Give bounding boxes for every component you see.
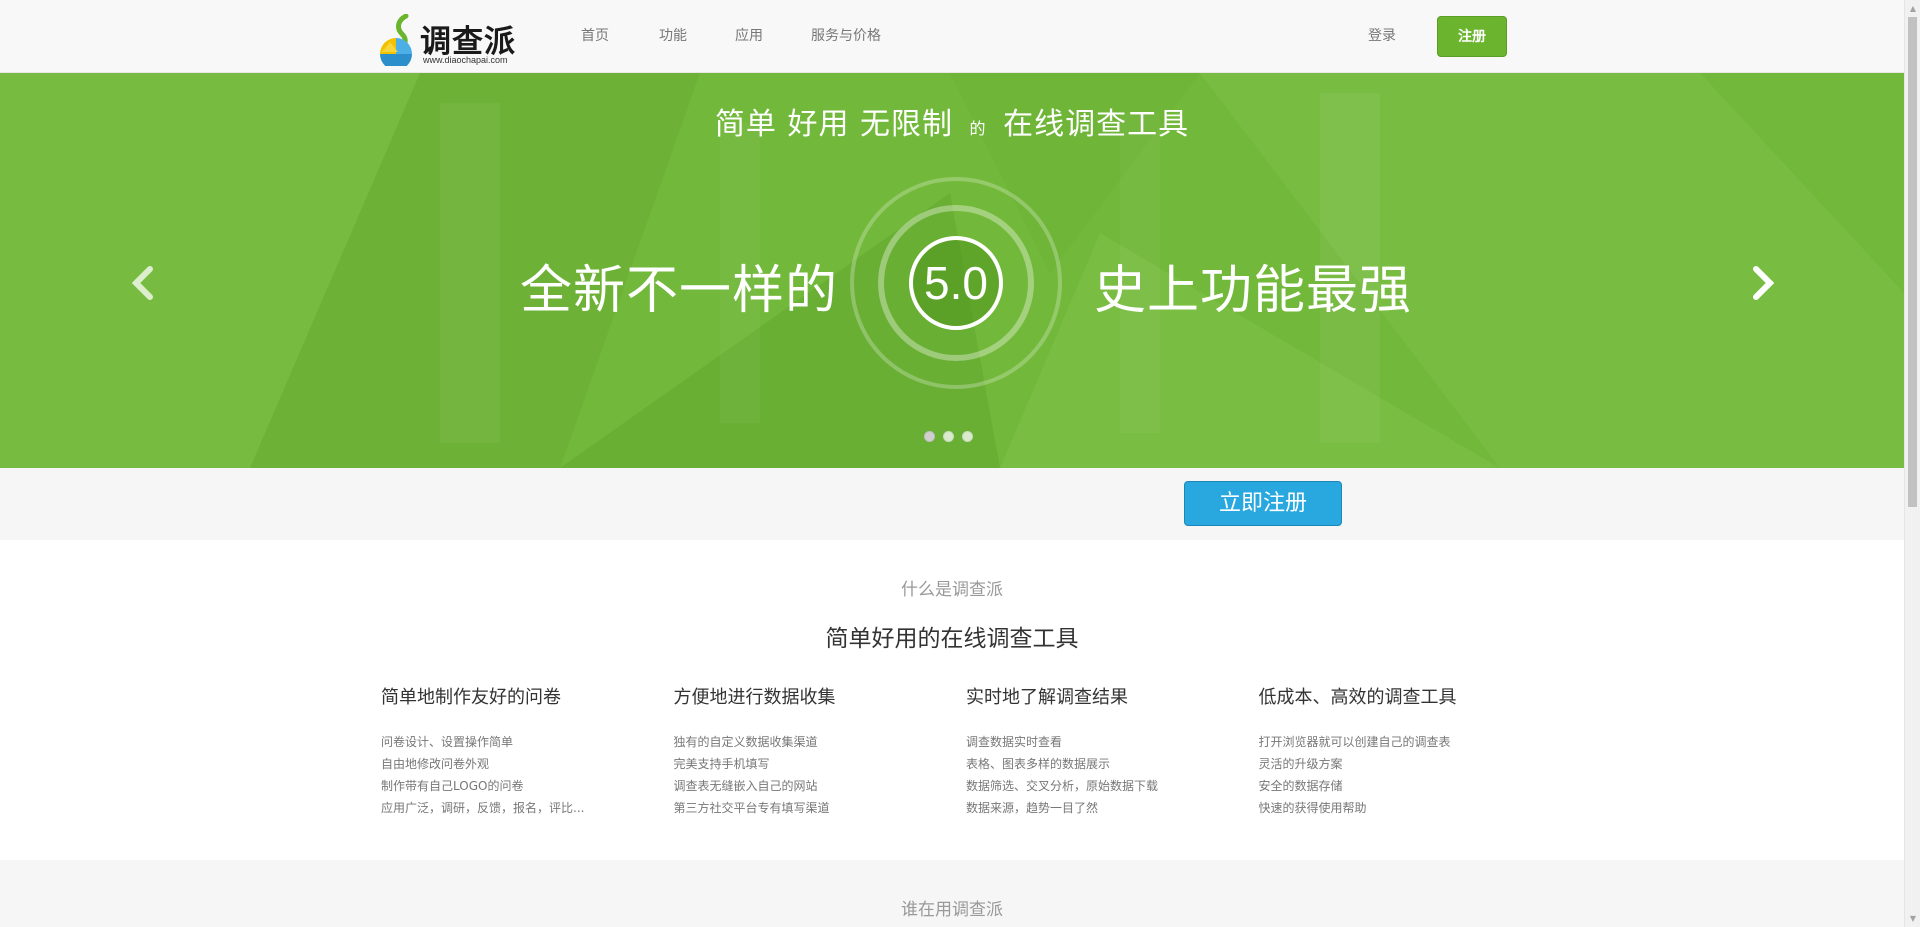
feature-item: 打开浏览器就可以创建自己的调查表 [1258, 735, 1451, 749]
carousel-next-button[interactable] [1738, 253, 1788, 313]
main-nav: 首页 功能 应用 服务与价格 [581, 0, 929, 72]
top-navbar: 调查派 www.diaochapai.com 首页 功能 应用 服务与价格 登录… [0, 0, 1904, 73]
about-title: 简单好用的在线调查工具 [825, 626, 1079, 652]
hero-tagline-connector: 的 [969, 119, 987, 138]
carousel-dot-1[interactable] [924, 431, 935, 442]
page-scrollbar[interactable]: ▲ ▼ [1904, 0, 1920, 927]
feature-item: 制作带有自己LOGO的问卷 [381, 779, 524, 793]
feature-item: 安全的数据存储 [1258, 779, 1343, 793]
hero-tagline: 简单 好用 无限制 的 在线调查工具 [0, 99, 1904, 143]
nav-features[interactable]: 功能 [659, 0, 707, 72]
about-eyebrow: 什么是调查派 [901, 580, 1003, 600]
feature-column-cost: 低成本、高效的调查工具 打开浏览器就可以创建自己的调查表 灵活的升级方案 安全的… [1259, 683, 1552, 819]
feature-column-design: 简单地制作友好的问卷 问卷设计、设置操作简单 自由地修改问卷外观 制作带有自己L… [381, 683, 674, 819]
feature-item: 自由地修改问卷外观 [381, 757, 490, 771]
carousel-indicators [924, 431, 973, 442]
chevron-right-icon [1753, 266, 1775, 300]
scroll-down-arrow-icon[interactable]: ▼ [1905, 910, 1920, 927]
scroll-up-arrow-icon[interactable]: ▲ [1905, 0, 1920, 17]
register-now-button[interactable]: 立即注册 [1184, 481, 1342, 526]
hero-right-text: 史上功能最强 [1094, 261, 1413, 321]
hero-carousel: 简单 好用 无限制 的 在线调查工具 5.0 全新不一样的 史上功能最强 [0, 73, 1904, 468]
carousel-dot-2[interactable] [943, 431, 954, 442]
feature-item: 调查表无缝嵌入自己的网站 [673, 779, 818, 793]
feature-item: 快速的获得使用帮助 [1258, 801, 1367, 815]
feature-title: 简单地制作友好的问卷 [381, 687, 561, 708]
hero-tagline-end: 在线调查工具 [1003, 107, 1190, 142]
scrollbar-thumb[interactable] [1908, 17, 1917, 507]
feature-item: 灵活的升级方案 [1258, 757, 1343, 771]
feature-item: 表格、图表多样的数据展示 [966, 757, 1111, 771]
feature-title: 实时地了解调查结果 [966, 687, 1128, 708]
feature-item: 完美支持手机填写 [673, 757, 770, 771]
version-number: 5.0 [924, 257, 988, 309]
feature-item: 数据筛选、交叉分析，原始数据下载 [966, 779, 1159, 793]
survey-logo-icon [380, 14, 412, 66]
nav-pricing[interactable]: 服务与价格 [811, 0, 901, 72]
nav-home[interactable]: 首页 [581, 0, 629, 72]
feature-title: 低成本、高效的调查工具 [1258, 687, 1457, 708]
feature-item: 数据来源，趋势一目了然 [966, 801, 1099, 815]
carousel-prev-button[interactable] [118, 253, 168, 313]
carousel-dot-3[interactable] [962, 431, 973, 442]
feature-column-collection: 方便地进行数据收集 独有的自定义数据收集渠道 完美支持手机填写 调查表无缝嵌入自… [674, 683, 967, 819]
feature-item: 调查数据实时查看 [966, 735, 1063, 749]
feature-item: 独有的自定义数据收集渠道 [673, 735, 818, 749]
users-section: 谁在用调查派 [0, 860, 1904, 927]
about-section: 什么是调查派 简单好用的在线调查工具 简单地制作友好的问卷 问卷设计、设置操作简… [0, 540, 1904, 860]
page: 调查派 www.diaochapai.com 首页 功能 应用 服务与价格 登录… [0, 0, 1904, 927]
site-logo[interactable]: 调查派 www.diaochapai.com [376, 12, 516, 68]
login-link[interactable]: 登录 [1368, 0, 1396, 72]
hero-left-text: 全新不一样的 [520, 261, 839, 321]
feature-item: 第三方社交平台专有填写渠道 [673, 801, 830, 815]
register-button[interactable]: 注册 [1437, 16, 1507, 57]
feature-columns: 简单地制作友好的问卷 问卷设计、设置操作简单 自由地修改问卷外观 制作带有自己L… [381, 683, 1551, 819]
chevron-left-icon [131, 266, 153, 300]
users-eyebrow: 谁在用调查派 [901, 900, 1003, 920]
feature-column-results: 实时地了解调查结果 调查数据实时查看 表格、图表多样的数据展示 数据筛选、交叉分… [966, 683, 1259, 819]
logo-url: www.diaochapai.com [423, 55, 508, 65]
nav-applications[interactable]: 应用 [735, 0, 783, 72]
feature-item: 问卷设计、设置操作简单 [381, 735, 514, 749]
feature-title: 方便地进行数据收集 [673, 687, 836, 708]
hero-tagline-main: 简单 好用 无限制 [714, 107, 953, 142]
feature-item: 应用广泛，调研，反馈，报名，评比... [381, 801, 585, 815]
cta-strip: 立即注册 [0, 468, 1904, 540]
